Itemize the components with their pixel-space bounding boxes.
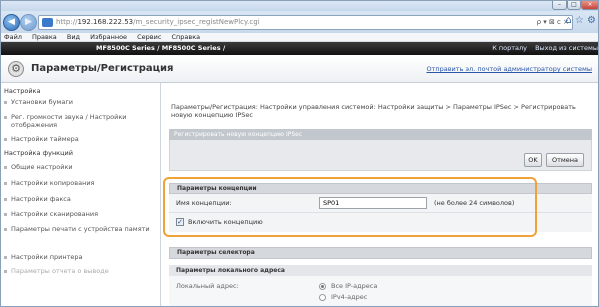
sidebar-item-fax[interactable]: Настройки факса bbox=[4, 195, 151, 203]
forward-button[interactable]: ▶ bbox=[20, 14, 37, 31]
radio-ipv4[interactable] bbox=[319, 294, 326, 301]
portal-link[interactable]: К порталу bbox=[492, 44, 527, 52]
sidebar: Настройка Установки бумаги Рег. громкост… bbox=[1, 83, 161, 306]
address-bar-area: ◀ ▶ http://192.168.222.53/m_security_ips… bbox=[1, 11, 598, 33]
cancel-button[interactable]: Отмена bbox=[546, 153, 584, 167]
page-title: Параметры/Регистрация bbox=[31, 63, 174, 74]
sidebar-item-memory-print[interactable]: Параметры печати с устройства памяти bbox=[4, 225, 151, 233]
menu-help[interactable]: Справка bbox=[172, 33, 201, 41]
menu-file[interactable]: Файл bbox=[4, 33, 22, 41]
logout-link[interactable]: Выход из системы bbox=[535, 44, 598, 52]
device-bar: MF8500C Series / MF8500C Series / К порт… bbox=[1, 42, 598, 55]
selector-settings-header: Параметры селектора bbox=[169, 247, 592, 259]
breadcrumb: Параметры/Регистрация: Настройки управле… bbox=[171, 103, 576, 119]
close-button[interactable]: × bbox=[581, 1, 598, 10]
url-prefix: http:// bbox=[56, 18, 78, 26]
home-favorites-tools-icon[interactable]: ⌂ ☆ ⚙ bbox=[565, 15, 596, 26]
ok-button[interactable]: OK bbox=[524, 153, 542, 167]
sidebar-group-functions[interactable]: Настройка функций bbox=[4, 149, 73, 157]
sidebar-item-copy[interactable]: Настройки копирования bbox=[4, 179, 151, 187]
sidebar-item-general[interactable]: Общие настройки bbox=[4, 163, 151, 171]
sidebar-group-setup[interactable]: Настройка bbox=[4, 87, 40, 95]
highlight-frame bbox=[163, 177, 537, 237]
menu-edit[interactable]: Правка bbox=[32, 33, 57, 41]
register-policy-bar: Регистрировать новую концепцию IPSec bbox=[169, 129, 592, 140]
sidebar-item-timer[interactable]: Настройки таймера bbox=[4, 135, 151, 143]
mail-admin-link[interactable]: Отправить эл. почтой администратору сист… bbox=[426, 65, 592, 73]
page-header: ⚙ Параметры/Регистрация Отправить эл. по… bbox=[1, 55, 598, 83]
menu-favorites[interactable]: Избранное bbox=[90, 33, 127, 41]
radio-ipv4-label: IPv4-адрес bbox=[331, 293, 368, 301]
back-button[interactable]: ◀ bbox=[3, 14, 20, 31]
browser-window: – □ × ◀ ▶ http://192.168.222.53/m_securi… bbox=[0, 0, 599, 307]
sidebar-item-printer[interactable]: Настройки принтера bbox=[4, 253, 151, 261]
url-path: /m_security_ipsec_registNewPlcy.cgi bbox=[133, 18, 260, 26]
device-model: MF8500C Series / MF8500C Series / bbox=[96, 44, 226, 52]
title-bar: – □ × bbox=[1, 1, 598, 11]
button-area: OK Отмена bbox=[169, 140, 592, 171]
local-address-row: Локальный адрес: Все IP-адреса IPv4-адре… bbox=[169, 276, 592, 306]
sidebar-item-report[interactable]: Параметры отчета о выводе bbox=[4, 267, 151, 275]
sidebar-item-volume-display[interactable]: Рег. громкости звука / Настройки отображ… bbox=[4, 113, 151, 129]
url-controls[interactable]: ρ ▾ ⊠ c × bbox=[537, 16, 569, 29]
top-links: К порталу Выход из системы bbox=[486, 42, 598, 55]
sidebar-item-scan[interactable]: Настройки сканирования bbox=[4, 210, 151, 218]
back-arrow-icon: ◀ bbox=[8, 17, 15, 27]
menu-tools[interactable]: Сервис bbox=[137, 33, 161, 41]
maximize-button[interactable]: □ bbox=[567, 1, 581, 10]
radio-all-ip[interactable] bbox=[319, 283, 326, 290]
menu-view[interactable]: Вид bbox=[67, 33, 80, 41]
local-address-label: Локальный адрес: bbox=[176, 282, 239, 290]
local-address-header: Параметры локального адреса bbox=[169, 265, 592, 276]
settings-icon: ⚙ bbox=[8, 61, 24, 77]
forward-arrow-icon: ▶ bbox=[25, 17, 32, 27]
sidebar-item-paper[interactable]: Установки бумаги bbox=[4, 98, 151, 106]
url-field[interactable]: http://192.168.222.53/m_security_ipsec_r… bbox=[38, 15, 573, 30]
radio-all-ip-label: Все IP-адреса bbox=[331, 282, 378, 290]
url-host: 192.168.222.53 bbox=[77, 18, 134, 26]
minimize-button[interactable]: – bbox=[552, 1, 567, 10]
menu-bar: Файл Правка Вид Избранное Сервис Справка bbox=[1, 33, 598, 42]
page-favicon-icon bbox=[42, 18, 53, 27]
